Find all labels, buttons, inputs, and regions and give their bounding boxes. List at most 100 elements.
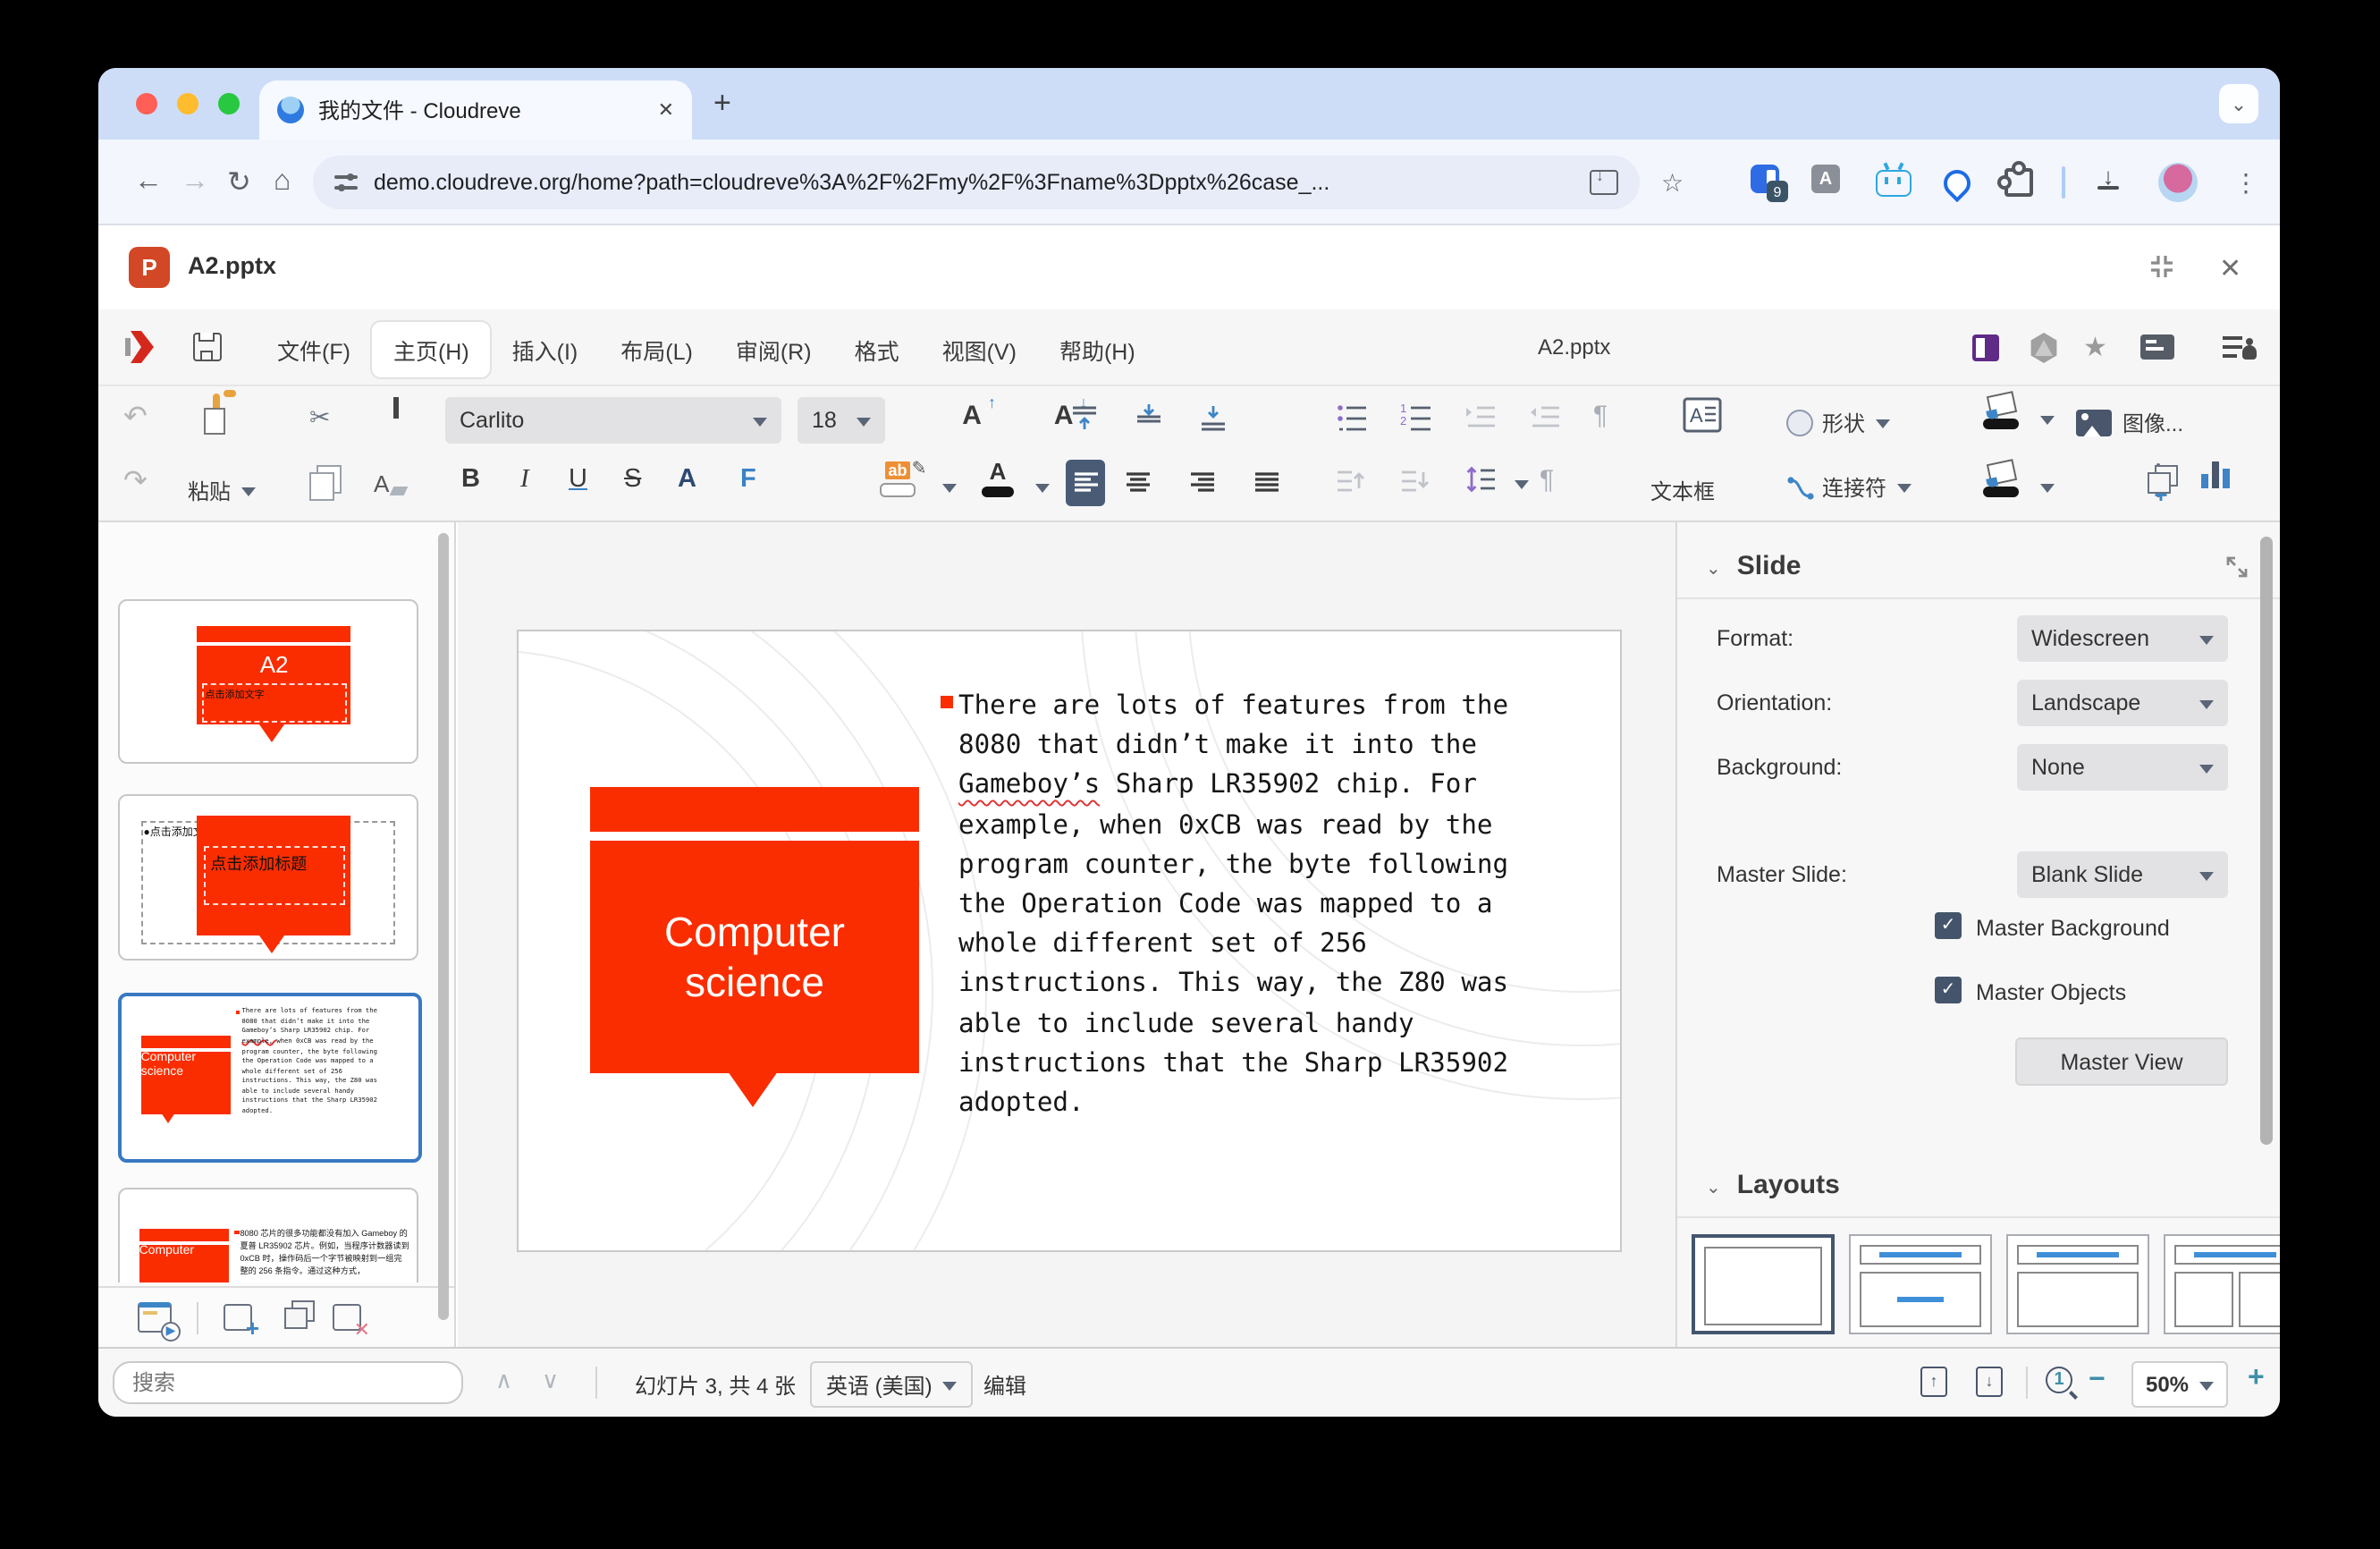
underline-button[interactable]: U — [569, 465, 587, 494]
zoom-in-icon[interactable]: + — [2248, 1363, 2265, 1395]
bookmark-star-icon[interactable]: ☆ — [1661, 140, 1684, 225]
sidebar-scrollbar[interactable] — [2260, 537, 2273, 1145]
line-spacing-caret[interactable] — [1515, 480, 1529, 496]
search-prev-icon[interactable]: ∧ — [495, 1367, 512, 1395]
move-up-icon[interactable] — [1336, 467, 1368, 494]
paste-icon[interactable] — [213, 394, 220, 431]
duplicate-slide-panel-icon[interactable] — [284, 1307, 308, 1328]
copy-icon[interactable] — [309, 472, 334, 501]
menu-view[interactable]: 视图(V) — [921, 322, 1038, 377]
editor-logo[interactable] — [125, 329, 156, 365]
subscript-button[interactable]: F — [740, 465, 756, 494]
favorites-plugin-icon[interactable]: ★ — [2083, 331, 2107, 363]
decrease-indent-icon[interactable] — [1529, 402, 1561, 433]
paragraph-mark-icon[interactable]: ¶ — [1593, 401, 1608, 431]
font-color-caret[interactable] — [1035, 484, 1050, 500]
start-slideshow-icon[interactable] — [138, 1302, 181, 1342]
add-slide-icon[interactable] — [224, 1304, 259, 1342]
address-bar[interactable]: demo.cloudreve.org/home?path=cloudreve%3… — [313, 156, 1640, 209]
redo-icon[interactable]: ↷ — [123, 468, 148, 497]
background-select[interactable]: None — [2017, 744, 2228, 791]
shapes-button[interactable]: 形状 — [1786, 408, 1891, 438]
highlight-color-button[interactable]: ab — [874, 460, 925, 497]
layouts-chevron-icon[interactable]: ⌄ — [1706, 1179, 1721, 1198]
font-name-select[interactable]: Carlito — [445, 397, 781, 444]
panel-scrollbar[interactable] — [438, 533, 449, 1320]
master-background-checkbox[interactable] — [1935, 912, 1962, 939]
bilibili-extension-icon[interactable] — [1876, 170, 1912, 197]
font-color-button[interactable]: A — [975, 460, 1021, 497]
save-icon[interactable] — [193, 333, 222, 361]
collapse-icon[interactable] — [2148, 252, 2176, 281]
browser-menu-icon[interactable]: ⋮ — [2233, 168, 2258, 199]
textbox-icon[interactable]: A — [1683, 397, 1722, 433]
downloads-icon[interactable]: ↓ — [2097, 165, 2119, 190]
italic-button[interactable]: I — [520, 465, 529, 495]
menu-file[interactable]: 文件(F) — [256, 322, 372, 377]
new-tab-button[interactable]: + — [713, 86, 731, 122]
slide-thumbnail-1[interactable]: A2 点击添加文字 — [118, 599, 418, 764]
slide-canvas[interactable]: Computer science There are lots of featu… — [458, 522, 1675, 1347]
clear-format-icon[interactable]: A — [374, 470, 389, 497]
collapse-chevron-icon[interactable]: ⌄ — [1706, 560, 1721, 580]
traffic-light-zoom[interactable] — [218, 93, 240, 114]
menu-insert[interactable]: 插入(I) — [491, 322, 600, 377]
layout-title-slide[interactable] — [1849, 1234, 1992, 1334]
align-center-button[interactable] — [1118, 460, 1157, 506]
card-plugin-icon[interactable] — [2140, 334, 2174, 360]
bullet-list-icon[interactable] — [1336, 402, 1368, 433]
textbox-label[interactable]: 文本框 — [1650, 476, 1715, 506]
close-document-icon[interactable]: ✕ — [2219, 252, 2241, 284]
install-icon[interactable] — [1590, 166, 1618, 195]
menu-layout[interactable]: 布局(L) — [599, 322, 714, 377]
tab-search-icon[interactable]: ⌄ — [2219, 84, 2258, 123]
menu-home[interactable]: 主页(H) — [371, 322, 491, 377]
master-slide-select[interactable]: Blank Slide — [2017, 851, 2228, 898]
theme-plugin-icon[interactable] — [1972, 334, 1999, 361]
browser-tab[interactable]: 我的文件 - Cloudreve ✕ — [259, 80, 692, 140]
drop-extension-icon[interactable] — [1937, 164, 1977, 203]
layout-title-content[interactable] — [2006, 1234, 2149, 1334]
traffic-light-close[interactable] — [136, 93, 157, 114]
paragraph-left-icon[interactable]: ¶ — [1540, 465, 1554, 495]
about-plugin-icon[interactable] — [2223, 334, 2257, 360]
menu-review[interactable]: 审阅(R) — [714, 322, 833, 377]
slide-body-text[interactable]: There are lots of features from the 8080… — [958, 687, 1549, 1123]
superscript-button[interactable]: A — [678, 465, 696, 494]
forward-icon[interactable]: → — [181, 140, 209, 225]
connector-button[interactable]: 连接符 — [1786, 472, 1912, 503]
slide-thumbnail-2[interactable]: ●点击添加文字 点击添加标题 — [118, 794, 418, 961]
shape-outline-caret[interactable] — [2040, 484, 2055, 500]
language-select[interactable]: 英语 (美国) — [810, 1361, 974, 1408]
align-justify-button[interactable] — [1246, 460, 1286, 506]
cut-icon[interactable]: ✂ — [309, 402, 330, 431]
back-icon[interactable]: ← — [134, 140, 163, 225]
tab-close-icon[interactable]: ✕ — [658, 98, 674, 122]
numbered-list-icon[interactable]: 12 — [1400, 402, 1432, 433]
paste-button[interactable]: 粘贴 — [188, 476, 257, 506]
move-down-icon[interactable] — [1400, 467, 1432, 494]
increase-font-icon[interactable]: A — [962, 401, 982, 431]
slide-thumbnail-3[interactable]: Computer science There are lots of featu… — [118, 993, 422, 1163]
image-button[interactable]: 图像... — [2076, 408, 2183, 438]
format-select[interactable]: Widescreen — [2017, 615, 2228, 662]
chart-icon[interactable] — [2201, 461, 2230, 488]
font-size-select[interactable]: 18 — [798, 397, 885, 444]
a-extension-icon[interactable]: A — [1811, 165, 1840, 193]
highlight-caret[interactable] — [942, 484, 957, 500]
valign-bottom-icon[interactable] — [1198, 402, 1228, 433]
shape-outline-button[interactable] — [1979, 459, 2022, 497]
zoom-100-icon[interactable]: 1 — [2046, 1367, 2072, 1393]
line-spacing-icon[interactable] — [1464, 465, 1497, 494]
slide-thumbnail-4[interactable]: Computer 8080 芯片的很多功能都没有加入 Gameboy 的夏普 L… — [118, 1188, 418, 1282]
slide-editor[interactable]: Computer science There are lots of featu… — [517, 630, 1622, 1252]
master-objects-checkbox[interactable] — [1935, 977, 1962, 1003]
valign-top-icon[interactable] — [1069, 402, 1100, 433]
menu-format[interactable]: 格式 — [833, 322, 921, 377]
slide-accent-bar[interactable] — [590, 787, 919, 832]
layout-blank[interactable] — [1692, 1234, 1835, 1334]
menu-help[interactable]: 帮助(H) — [1038, 322, 1157, 377]
shape-fill-caret[interactable] — [2040, 416, 2055, 432]
hexagon-plugin-icon[interactable] — [2030, 333, 2057, 363]
undo-icon[interactable]: ↶ — [123, 403, 148, 433]
